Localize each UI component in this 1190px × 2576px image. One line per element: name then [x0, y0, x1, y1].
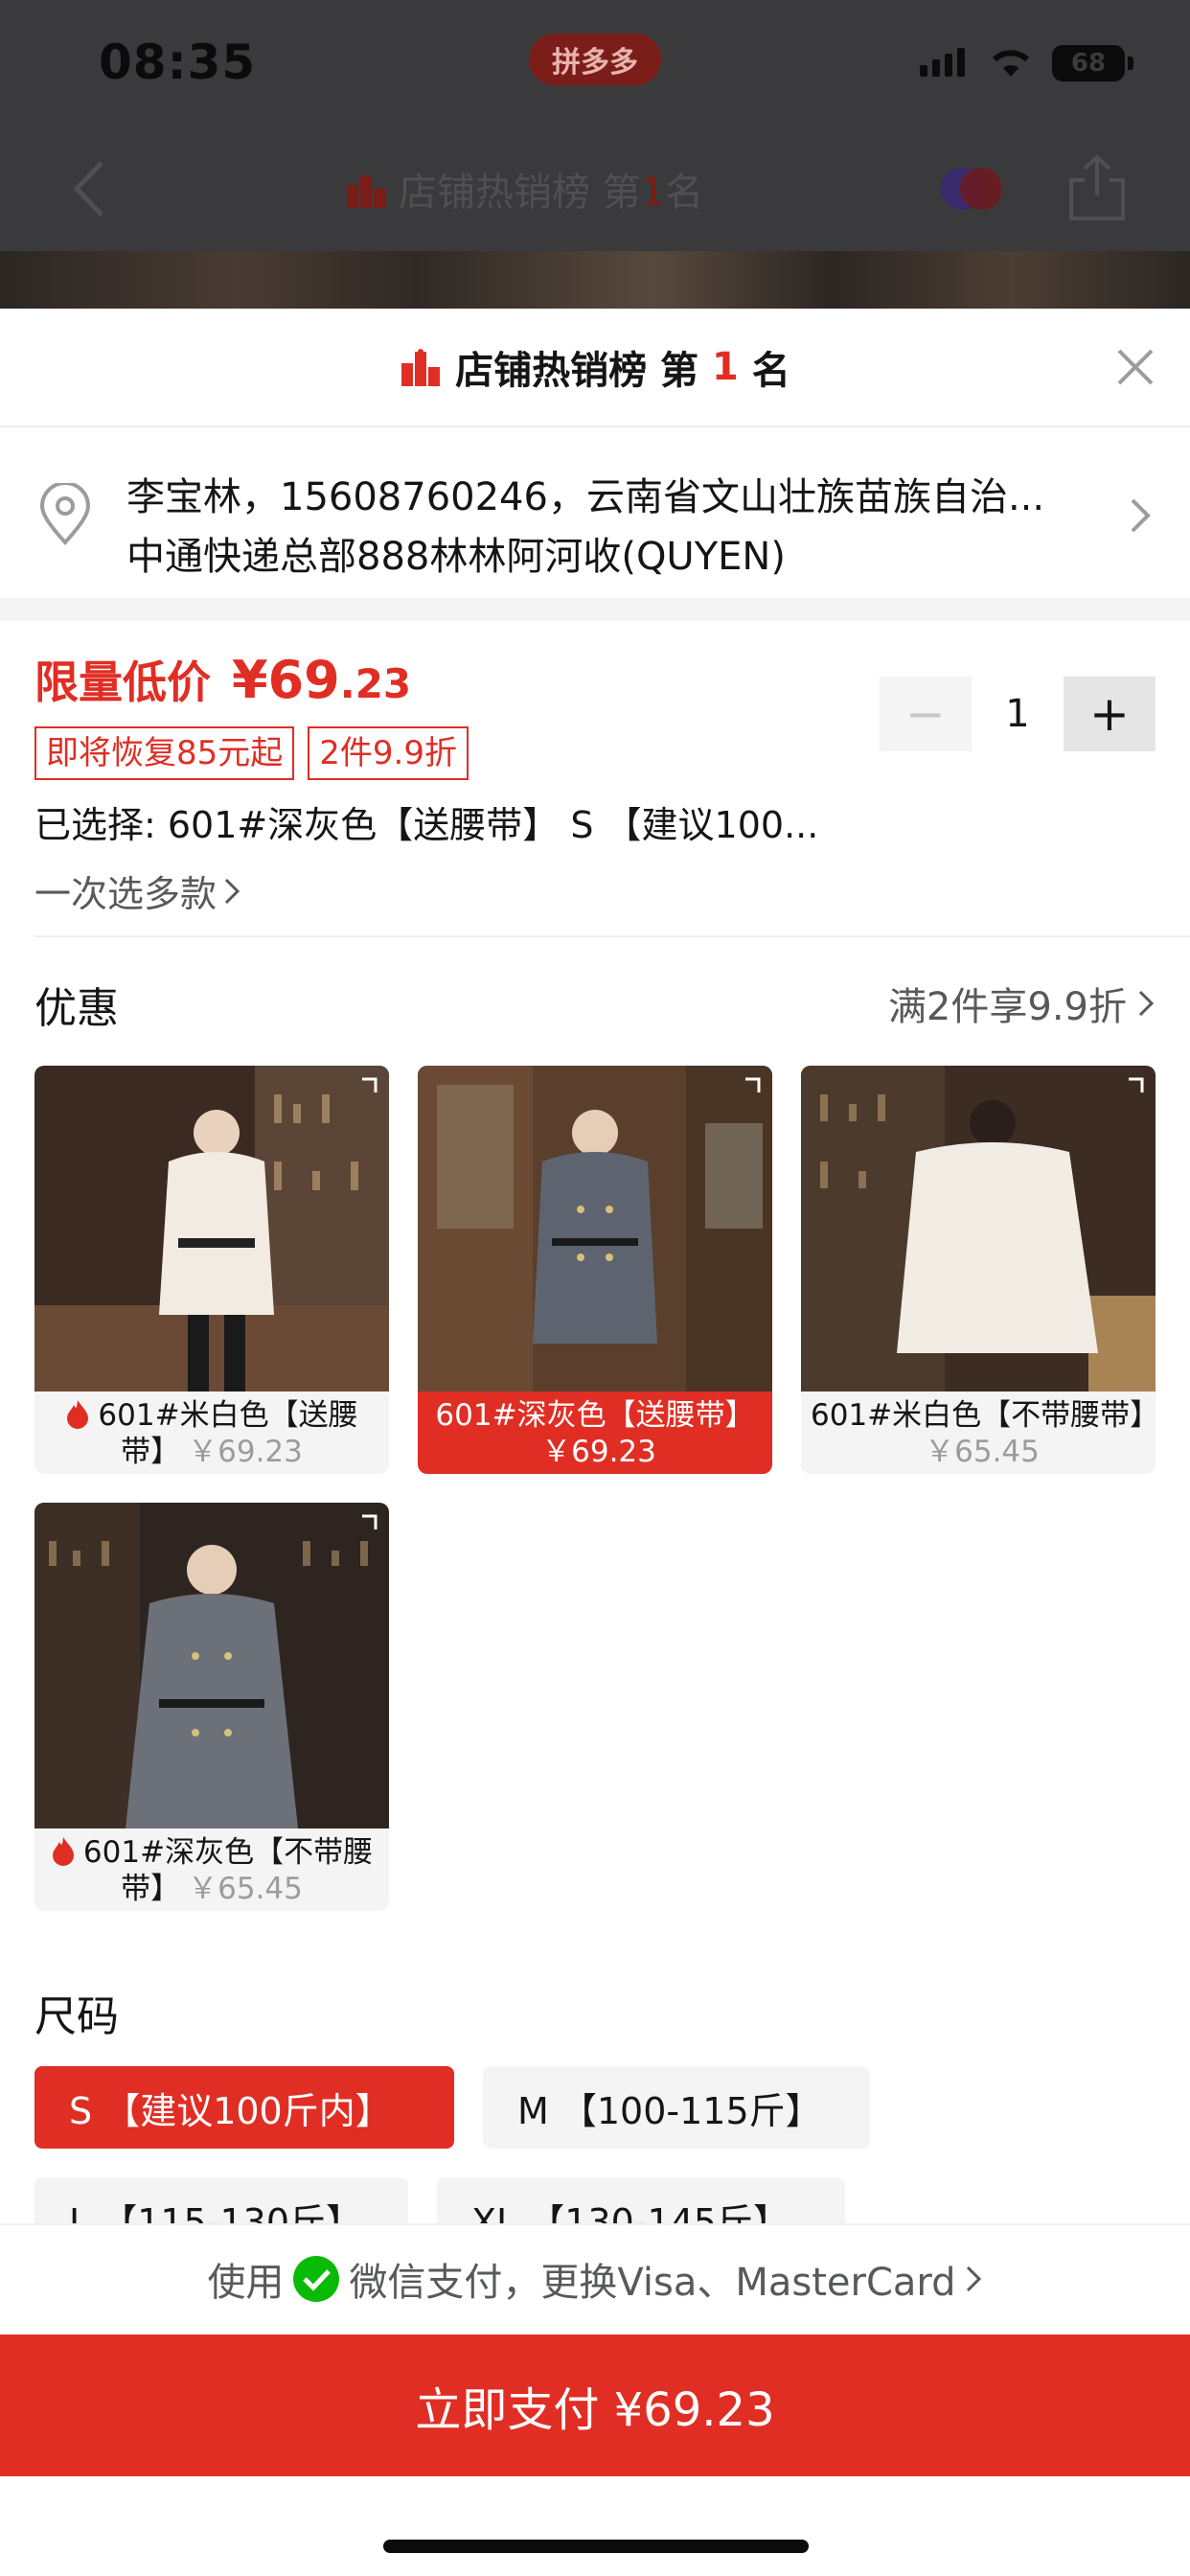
bg-title-rank: 1	[640, 171, 666, 215]
multi-select-link[interactable]: 一次选多款	[34, 864, 241, 917]
shipping-address-row[interactable]: 李宝林，15608760246，云南省文山壮族苗族自治... 中通快递总部888…	[0, 429, 1190, 598]
variant-caption: 601#深灰色【送腰带】 ￥69.23	[418, 1392, 772, 1474]
wechat-pay-icon	[293, 2256, 340, 2302]
variant-price: ￥65.45	[188, 1872, 303, 1906]
variant-caption: 601#米白色【不带腰带】￥65.45	[801, 1392, 1156, 1474]
variant-image	[418, 1066, 772, 1392]
variant-image	[34, 1066, 389, 1392]
flame-icon	[67, 1400, 89, 1429]
price-tag: 即将恢复85元起	[34, 726, 295, 780]
close-icon[interactable]	[1111, 343, 1159, 391]
expand-icon[interactable]	[356, 1077, 378, 1098]
chevron-right-icon	[224, 878, 240, 904]
background-nav-title: 店铺热销榜 第1名	[345, 161, 703, 217]
sheet-header: 店铺热销榜 第 1 名	[0, 309, 1190, 427]
sku-selection-sheet: 店铺热销榜 第 1 名 李宝林，15608760246，云南省文山壮族苗族自治.…	[0, 309, 1190, 2576]
payment-method-label: 微信支付，更换Visa、MasterCard	[349, 2261, 956, 2305]
multi-select-label: 一次选多款	[34, 873, 217, 915]
chevron-right-icon	[966, 2266, 981, 2292]
sheet-title-suffix: 名	[751, 349, 790, 393]
sheet-title-prefix: 店铺热销榜 第	[455, 349, 699, 393]
battery-icon: 68	[1052, 45, 1125, 81]
address-line-1: 李宝林，15608760246，云南省文山壮族苗族自治...	[126, 475, 1045, 519]
payment-method-row[interactable]: 使用 微信支付，更换Visa、MasterCard	[0, 2223, 1190, 2333]
quantity-stepper: − 1 +	[880, 677, 1156, 751]
variant-image	[801, 1066, 1156, 1392]
section-divider	[0, 598, 1190, 621]
app-indicator-pill: 拼多多	[529, 34, 661, 85]
increase-quantity-button[interactable]: +	[1064, 677, 1156, 751]
payment-prefix: 使用	[207, 2261, 285, 2305]
sheet-title-rank: 1	[712, 345, 739, 389]
background-product-photo	[0, 251, 1190, 309]
price-integer: ¥69	[232, 650, 340, 710]
variant-price: ￥69.23	[188, 1435, 303, 1469]
expand-icon[interactable]	[740, 1077, 761, 1098]
variant-caption: 601#米白色【送腰带】 ￥69.23	[34, 1392, 389, 1474]
pay-now-button[interactable]: 立即支付 ¥69.23	[0, 2334, 1190, 2476]
variant-card[interactable]: 601#深灰色【不带腰带】 ￥65.45	[34, 1503, 389, 1911]
size-option[interactable]: M 【100-115斤】	[483, 2066, 870, 2149]
bg-title-suffix: 名	[665, 171, 704, 215]
home-indicator[interactable]	[383, 2540, 809, 2553]
price-tags: 即将恢复85元起 2件9.9折	[34, 726, 469, 780]
background-page: 08:35 拼多多 68 店铺热销榜 第1名	[0, 0, 1190, 309]
back-arrow-icon[interactable]	[69, 159, 107, 218]
price-tag: 2件9.9折	[308, 726, 469, 780]
chevron-right-icon	[1131, 498, 1151, 533]
variant-name: 601#米白色【不带腰带】	[811, 1398, 1156, 1433]
size-option-selected[interactable]: S 【建议100斤内】	[34, 2066, 454, 2149]
price-row: 限量低价 ¥69 .23	[34, 648, 411, 711]
variant-price: ￥69.23	[541, 1435, 656, 1469]
flame-icon	[52, 1837, 74, 1866]
price-decimal: .23	[339, 660, 412, 707]
location-pin-icon	[39, 483, 91, 545]
divider	[34, 935, 1190, 937]
variant-price: ￥65.45	[925, 1435, 1040, 1469]
expand-icon[interactable]	[1123, 1077, 1144, 1098]
size-section-title: 尺码	[34, 1992, 119, 2041]
decrease-quantity-button[interactable]: −	[880, 677, 972, 751]
variant-image	[34, 1503, 389, 1828]
chevron-right-icon	[1138, 990, 1155, 1017]
promo-detail-link[interactable]: 满2件享9.9折	[888, 976, 1156, 1031]
variant-card-selected[interactable]: 601#深灰色【送腰带】 ￥69.23	[418, 1066, 772, 1474]
battery-cap	[1128, 57, 1133, 70]
cellular-signal-icon	[920, 48, 965, 77]
price-label: 限量低价	[34, 656, 211, 708]
bg-title-prefix: 店铺热销榜 第	[399, 171, 641, 215]
promo-detail-label: 满2件享9.9折	[887, 985, 1127, 1029]
variant-card[interactable]: 601#米白色【送腰带】 ￥69.23	[34, 1066, 389, 1474]
variant-caption: 601#深灰色【不带腰带】 ￥65.45	[34, 1828, 389, 1911]
card-logo-icon	[941, 168, 1002, 210]
expand-icon[interactable]	[356, 1514, 378, 1535]
ranking-icon	[347, 175, 385, 208]
quantity-value[interactable]: 1	[972, 692, 1064, 736]
ranking-icon	[401, 349, 441, 386]
variant-name: 601#深灰色【送腰带】	[435, 1398, 755, 1433]
sheet-title: 店铺热销榜 第 1 名	[0, 339, 1190, 395]
share-icon[interactable]	[1067, 153, 1127, 222]
wifi-icon	[992, 50, 1030, 77]
variant-card[interactable]: 601#米白色【不带腰带】￥65.45	[801, 1066, 1156, 1474]
selected-summary: 已选择: 601#深灰色【送腰带】 S 【建议100...	[34, 804, 819, 846]
status-time: 08:35	[99, 34, 257, 90]
address-line-2: 中通快递总部888林林阿河收(QUYEN)	[126, 535, 786, 579]
promo-title: 优惠	[34, 984, 119, 1033]
